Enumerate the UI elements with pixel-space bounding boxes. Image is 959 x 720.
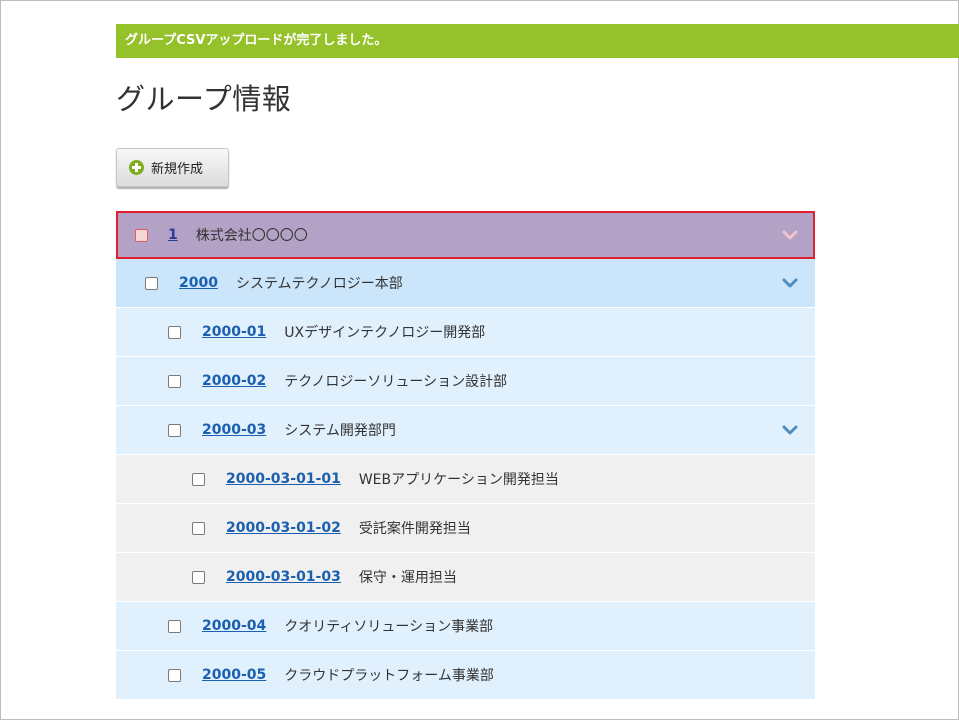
plus-circle-icon xyxy=(129,160,144,175)
group-checkbox[interactable] xyxy=(135,228,148,242)
group-row: 2000-03-01-02 受託案件開発担当 xyxy=(116,504,815,553)
group-code-link[interactable]: 2000-03-01-02 xyxy=(226,520,341,536)
group-row: 2000-05 クラウドプラットフォーム事業部 xyxy=(116,651,815,700)
group-code-link[interactable]: 2000-01 xyxy=(202,324,266,340)
new-group-button[interactable]: 新規作成 xyxy=(116,148,229,187)
group-row: 1 株式会社〇〇〇〇 xyxy=(116,211,815,259)
group-name: UXデザインテクノロジー開発部 xyxy=(284,325,486,341)
group-row: 2000-03-01-01 WEBアプリケーション開発担当 xyxy=(116,455,815,504)
group-row: 2000-04 クオリティソリューション事業部 xyxy=(116,602,815,651)
chevron-down-icon[interactable] xyxy=(782,278,798,288)
group-name: システムテクノロジー本部 xyxy=(235,276,403,292)
group-row: 2000 システムテクノロジー本部 xyxy=(116,259,815,308)
group-name: 受託案件開発担当 xyxy=(358,521,471,537)
group-name: テクノロジーソリューション設計部 xyxy=(284,374,508,390)
group-row: 2000-03 システム開発部門 xyxy=(116,406,815,455)
group-checkbox[interactable] xyxy=(192,472,205,486)
group-name: クオリティソリューション事業部 xyxy=(284,619,494,635)
group-code-link[interactable]: 2000-03-01-01 xyxy=(226,471,341,487)
group-checkbox[interactable] xyxy=(168,374,181,388)
group-checkbox[interactable] xyxy=(168,619,181,633)
upload-complete-notice: グループCSVアップロードが完了しました。 xyxy=(116,24,959,58)
group-checkbox[interactable] xyxy=(168,325,181,339)
chevron-down-icon[interactable] xyxy=(782,230,798,240)
group-tree: 1 株式会社〇〇〇〇 2000 システムテクノロジー本部 2000-01 UXデ… xyxy=(116,211,815,700)
group-code-link[interactable]: 2000-03 xyxy=(202,422,266,438)
group-checkbox[interactable] xyxy=(168,423,181,437)
group-code-link[interactable]: 1 xyxy=(168,227,178,243)
group-code-link[interactable]: 2000 xyxy=(179,275,218,291)
group-code-link[interactable]: 2000-05 xyxy=(202,667,266,683)
group-name: 保守・運用担当 xyxy=(358,570,457,586)
group-name: クラウドプラットフォーム事業部 xyxy=(284,668,494,684)
group-name: WEBアプリケーション開発担当 xyxy=(358,472,559,488)
group-row: 2000-01 UXデザインテクノロジー開発部 xyxy=(116,308,815,357)
page-title: グループ情報 xyxy=(116,82,292,116)
new-group-button-label: 新規作成 xyxy=(151,162,204,177)
group-code-link[interactable]: 2000-02 xyxy=(202,373,266,389)
chevron-down-icon[interactable] xyxy=(782,425,798,435)
group-name: 株式会社〇〇〇〇 xyxy=(195,228,308,244)
group-checkbox[interactable] xyxy=(192,521,205,535)
group-checkbox[interactable] xyxy=(145,276,158,290)
group-row: 2000-02 テクノロジーソリューション設計部 xyxy=(116,357,815,406)
group-name: システム開発部門 xyxy=(284,423,396,439)
group-checkbox[interactable] xyxy=(168,668,181,682)
group-code-link[interactable]: 2000-04 xyxy=(202,618,266,634)
group-row: 2000-03-01-03 保守・運用担当 xyxy=(116,553,815,602)
group-checkbox[interactable] xyxy=(192,570,205,584)
group-code-link[interactable]: 2000-03-01-03 xyxy=(226,569,341,585)
